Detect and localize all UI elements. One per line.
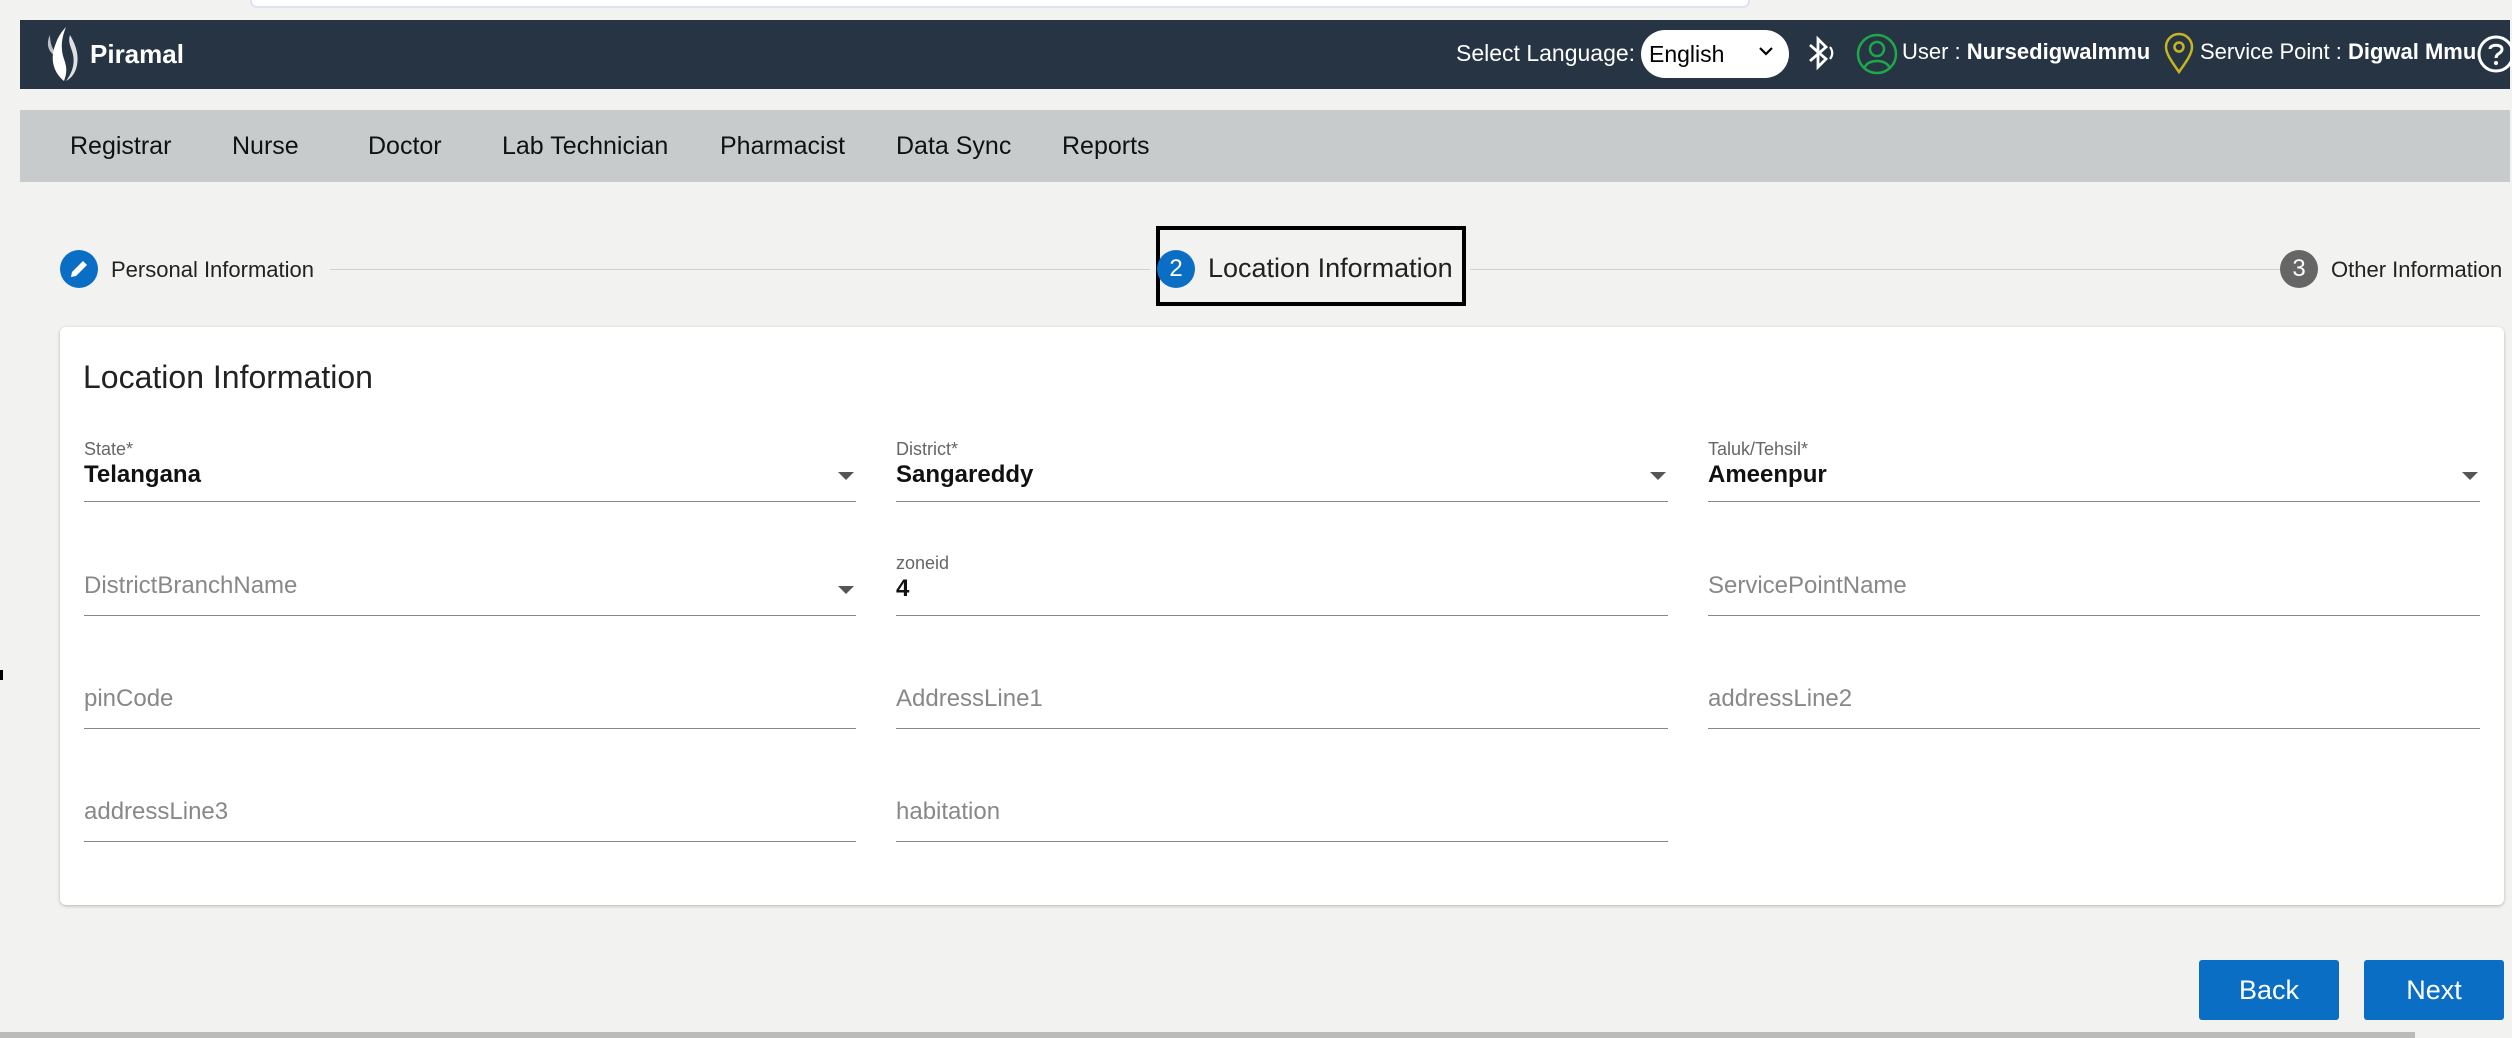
field-underline <box>896 841 1668 842</box>
next-button[interactable]: Next <box>2364 960 2504 1020</box>
nav-nurse[interactable]: Nurse <box>232 132 299 161</box>
field-underline <box>84 615 856 616</box>
habitation-placeholder: habitation <box>896 798 1001 825</box>
taluk-select[interactable]: Taluk/Tehsil* Ameenpur <box>1708 439 2480 513</box>
nav-data-sync[interactable]: Data Sync <box>896 132 1011 161</box>
taluk-label: Taluk/Tehsil* <box>1708 439 1809 459</box>
piramal-logo-icon <box>47 27 78 81</box>
state-value: Telangana <box>84 461 201 488</box>
language-value: English <box>1649 40 1725 67</box>
stepper-connector <box>330 269 1150 270</box>
state-select[interactable]: State* Telangana <box>84 439 856 513</box>
dropdown-arrow-icon <box>838 586 854 594</box>
field-underline <box>896 501 1668 502</box>
brand-name: Piramal <box>90 38 184 69</box>
dropdown-arrow-icon <box>2462 472 2478 480</box>
field-underline <box>896 615 1668 616</box>
address-line3-placeholder: addressLine3 <box>84 798 229 825</box>
address-line3-field[interactable]: addressLine3 <box>84 779 856 853</box>
service-point-name: Digwal Mmu <box>2347 39 2477 64</box>
address-line2-placeholder: addressLine2 <box>1708 685 1853 712</box>
step-3-circle[interactable]: 3 <box>2280 250 2318 288</box>
user-prefix: User : <box>1902 39 1967 64</box>
top-strip <box>0 0 2512 20</box>
back-button[interactable]: Back <box>2199 960 2339 1020</box>
step-1-label[interactable]: Personal Information <box>111 257 314 283</box>
service-point-name-field[interactable]: ServicePointName <box>1708 553 2480 627</box>
taluk-value: Ameenpur <box>1708 461 1827 488</box>
zoneid-label: zoneid <box>896 553 950 573</box>
habitation-field[interactable]: habitation <box>896 779 1668 853</box>
state-label: State* <box>84 439 134 459</box>
chevron-down-icon <box>1759 47 1773 56</box>
step-2-circle[interactable]: 2 <box>1157 250 1195 288</box>
pencil-icon <box>71 261 87 277</box>
district-branch-placeholder: DistrictBranchName <box>84 572 298 599</box>
help-icon[interactable] <box>2476 34 2512 74</box>
field-underline <box>84 728 856 729</box>
browser-bar <box>250 0 1750 8</box>
step-2-label[interactable]: Location Information <box>1208 253 1453 284</box>
district-branch-select[interactable]: DistrictBranchName <box>84 553 856 627</box>
user-icon <box>1856 33 1898 75</box>
field-underline <box>84 501 856 502</box>
language-label: Select Language: <box>1456 40 1636 66</box>
step-3-label[interactable]: Other Information <box>2331 257 2502 283</box>
address-line1-field[interactable]: AddressLine1 <box>896 666 1668 740</box>
address-line2-field[interactable]: addressLine2 <box>1708 666 2480 740</box>
stepper-connector <box>1470 269 2280 270</box>
pincode-placeholder: pinCode <box>84 685 174 712</box>
service-point-name-placeholder: ServicePointName <box>1708 572 1907 599</box>
app-header: Piramal Select Language: English User : … <box>20 20 2512 89</box>
pincode-field[interactable]: pinCode <box>84 666 856 740</box>
zoneid-field[interactable]: zoneid 4 <box>896 553 1668 627</box>
edge-mark <box>0 670 3 680</box>
dropdown-arrow-icon <box>838 472 854 480</box>
nav-lab-technician[interactable]: Lab Technician <box>502 132 668 161</box>
address-line1-placeholder: AddressLine1 <box>896 685 1043 712</box>
logo: Piramal <box>42 26 184 82</box>
main-nav: Registrar Nurse Doctor Lab Technician Ph… <box>20 110 2510 182</box>
field-underline <box>84 841 856 842</box>
location-pin-icon <box>2164 32 2194 74</box>
district-label: District* <box>896 439 958 459</box>
language-select[interactable]: English <box>1641 30 1789 78</box>
user-info: User : Nursedigwalmmu <box>1902 39 2150 65</box>
field-underline <box>1708 501 2480 502</box>
district-select[interactable]: District* Sangareddy <box>896 439 1668 513</box>
location-card: Location Information State* Telangana Di… <box>60 327 2504 905</box>
step-1-circle[interactable] <box>60 250 98 288</box>
bluetooth-icon[interactable] <box>1802 33 1838 73</box>
nav-reports[interactable]: Reports <box>1062 132 1150 161</box>
field-underline <box>896 728 1668 729</box>
district-value: Sangareddy <box>896 461 1034 488</box>
nav-pharmacist[interactable]: Pharmacist <box>720 132 845 161</box>
nav-registrar[interactable]: Registrar <box>70 132 171 161</box>
card-title: Location Information <box>83 359 373 395</box>
nav-doctor[interactable]: Doctor <box>368 132 442 161</box>
horizontal-scrollbar[interactable] <box>0 1032 2415 1038</box>
dropdown-arrow-icon <box>1650 472 1666 480</box>
zoneid-value: 4 <box>896 575 910 602</box>
service-point-prefix: Service Point : <box>2200 39 2348 64</box>
field-underline <box>1708 728 2480 729</box>
service-point-info: Service Point : Digwal Mmu <box>2200 39 2476 65</box>
user-name: Nursedigwalmmu <box>1966 39 2151 64</box>
field-underline <box>1708 615 2480 616</box>
